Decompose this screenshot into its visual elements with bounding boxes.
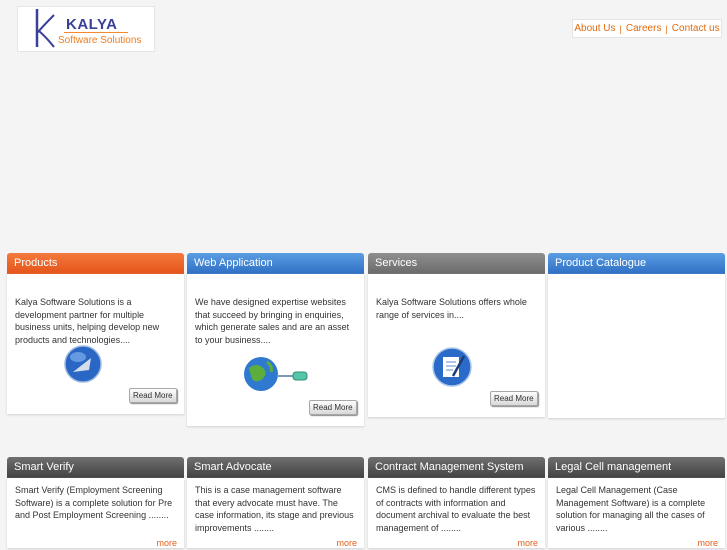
- products-description: Kalya Software Solutions is a developmen…: [15, 297, 160, 345]
- product-catalogue-panel-title: Product Catalogue: [548, 253, 725, 274]
- smart-advocate-description: This is a case management software that …: [195, 485, 354, 533]
- services-panel-title: Services: [368, 253, 545, 274]
- services-panel: Services Kalya Software Solutions offers…: [368, 253, 545, 417]
- legal-cell-body: Legal Cell Management (Case Management S…: [548, 478, 725, 548]
- web-application-panel-body: We have designed expertise websites that…: [187, 274, 364, 426]
- k-logo-icon: [35, 9, 55, 48]
- document-edit-icon: [432, 347, 472, 387]
- network-globe-icon: [244, 357, 308, 391]
- logo-subtitle: Software Solutions: [58, 35, 142, 46]
- legal-cell-more-link[interactable]: more: [697, 537, 718, 550]
- services-read-more-button[interactable]: Read More: [490, 391, 538, 406]
- web-application-read-more-button[interactable]: Read More: [309, 400, 357, 415]
- web-application-panel: Web Application We have designed experti…: [187, 253, 364, 426]
- contract-management-body: CMS is defined to handle different types…: [368, 478, 545, 548]
- services-description: Kalya Software Solutions offers whole ra…: [376, 297, 527, 320]
- products-panel: Products Kalya Software Solutions is a d…: [7, 253, 184, 414]
- smart-advocate-more-link[interactable]: more: [336, 537, 357, 550]
- smart-advocate-body: This is a case management software that …: [187, 478, 364, 548]
- product-catalogue-panel-body: [548, 274, 725, 418]
- smart-verify-more-link[interactable]: more: [156, 537, 177, 550]
- contract-management-description: CMS is defined to handle different types…: [376, 485, 536, 533]
- products-panel-body: Kalya Software Solutions is a developmen…: [7, 274, 184, 414]
- web-application-description: We have designed expertise websites that…: [195, 297, 350, 345]
- products-read-more-button[interactable]: Read More: [129, 388, 177, 403]
- company-logo[interactable]: KALYA Software Solutions: [17, 6, 155, 52]
- contract-management-more-link[interactable]: more: [517, 537, 538, 550]
- nav-contact-us-link[interactable]: Contact us: [668, 23, 724, 34]
- product-catalogue-panel: Product Catalogue: [548, 253, 725, 418]
- legal-cell-title: Legal Cell management: [548, 457, 725, 478]
- products-globe-icon: [64, 345, 102, 383]
- services-panel-body: Kalya Software Solutions offers whole ra…: [368, 274, 545, 417]
- smart-advocate-title: Smart Advocate: [187, 457, 364, 478]
- logo-divider: [64, 32, 128, 33]
- smart-verify-title: Smart Verify: [7, 457, 184, 478]
- smart-verify-panel: Smart Verify Smart Verify (Employment Sc…: [7, 457, 184, 548]
- smart-advocate-panel: Smart Advocate This is a case management…: [187, 457, 364, 548]
- top-navigation: About Us | Careers | Contact us: [572, 19, 722, 38]
- legal-cell-description: Legal Cell Management (Case Management S…: [556, 485, 706, 533]
- nav-careers-link[interactable]: Careers: [622, 23, 666, 34]
- contract-management-panel: Contract Management System CMS is define…: [368, 457, 545, 548]
- smart-verify-description: Smart Verify (Employment Screening Softw…: [15, 485, 173, 520]
- logo-name: KALYA: [66, 16, 118, 33]
- web-application-panel-title: Web Application: [187, 253, 364, 274]
- smart-verify-body: Smart Verify (Employment Screening Softw…: [7, 478, 184, 548]
- legal-cell-panel: Legal Cell management Legal Cell Managem…: [548, 457, 725, 548]
- products-panel-title: Products: [7, 253, 184, 274]
- nav-about-us-link[interactable]: About Us: [570, 23, 619, 34]
- contract-management-title: Contract Management System: [368, 457, 545, 478]
